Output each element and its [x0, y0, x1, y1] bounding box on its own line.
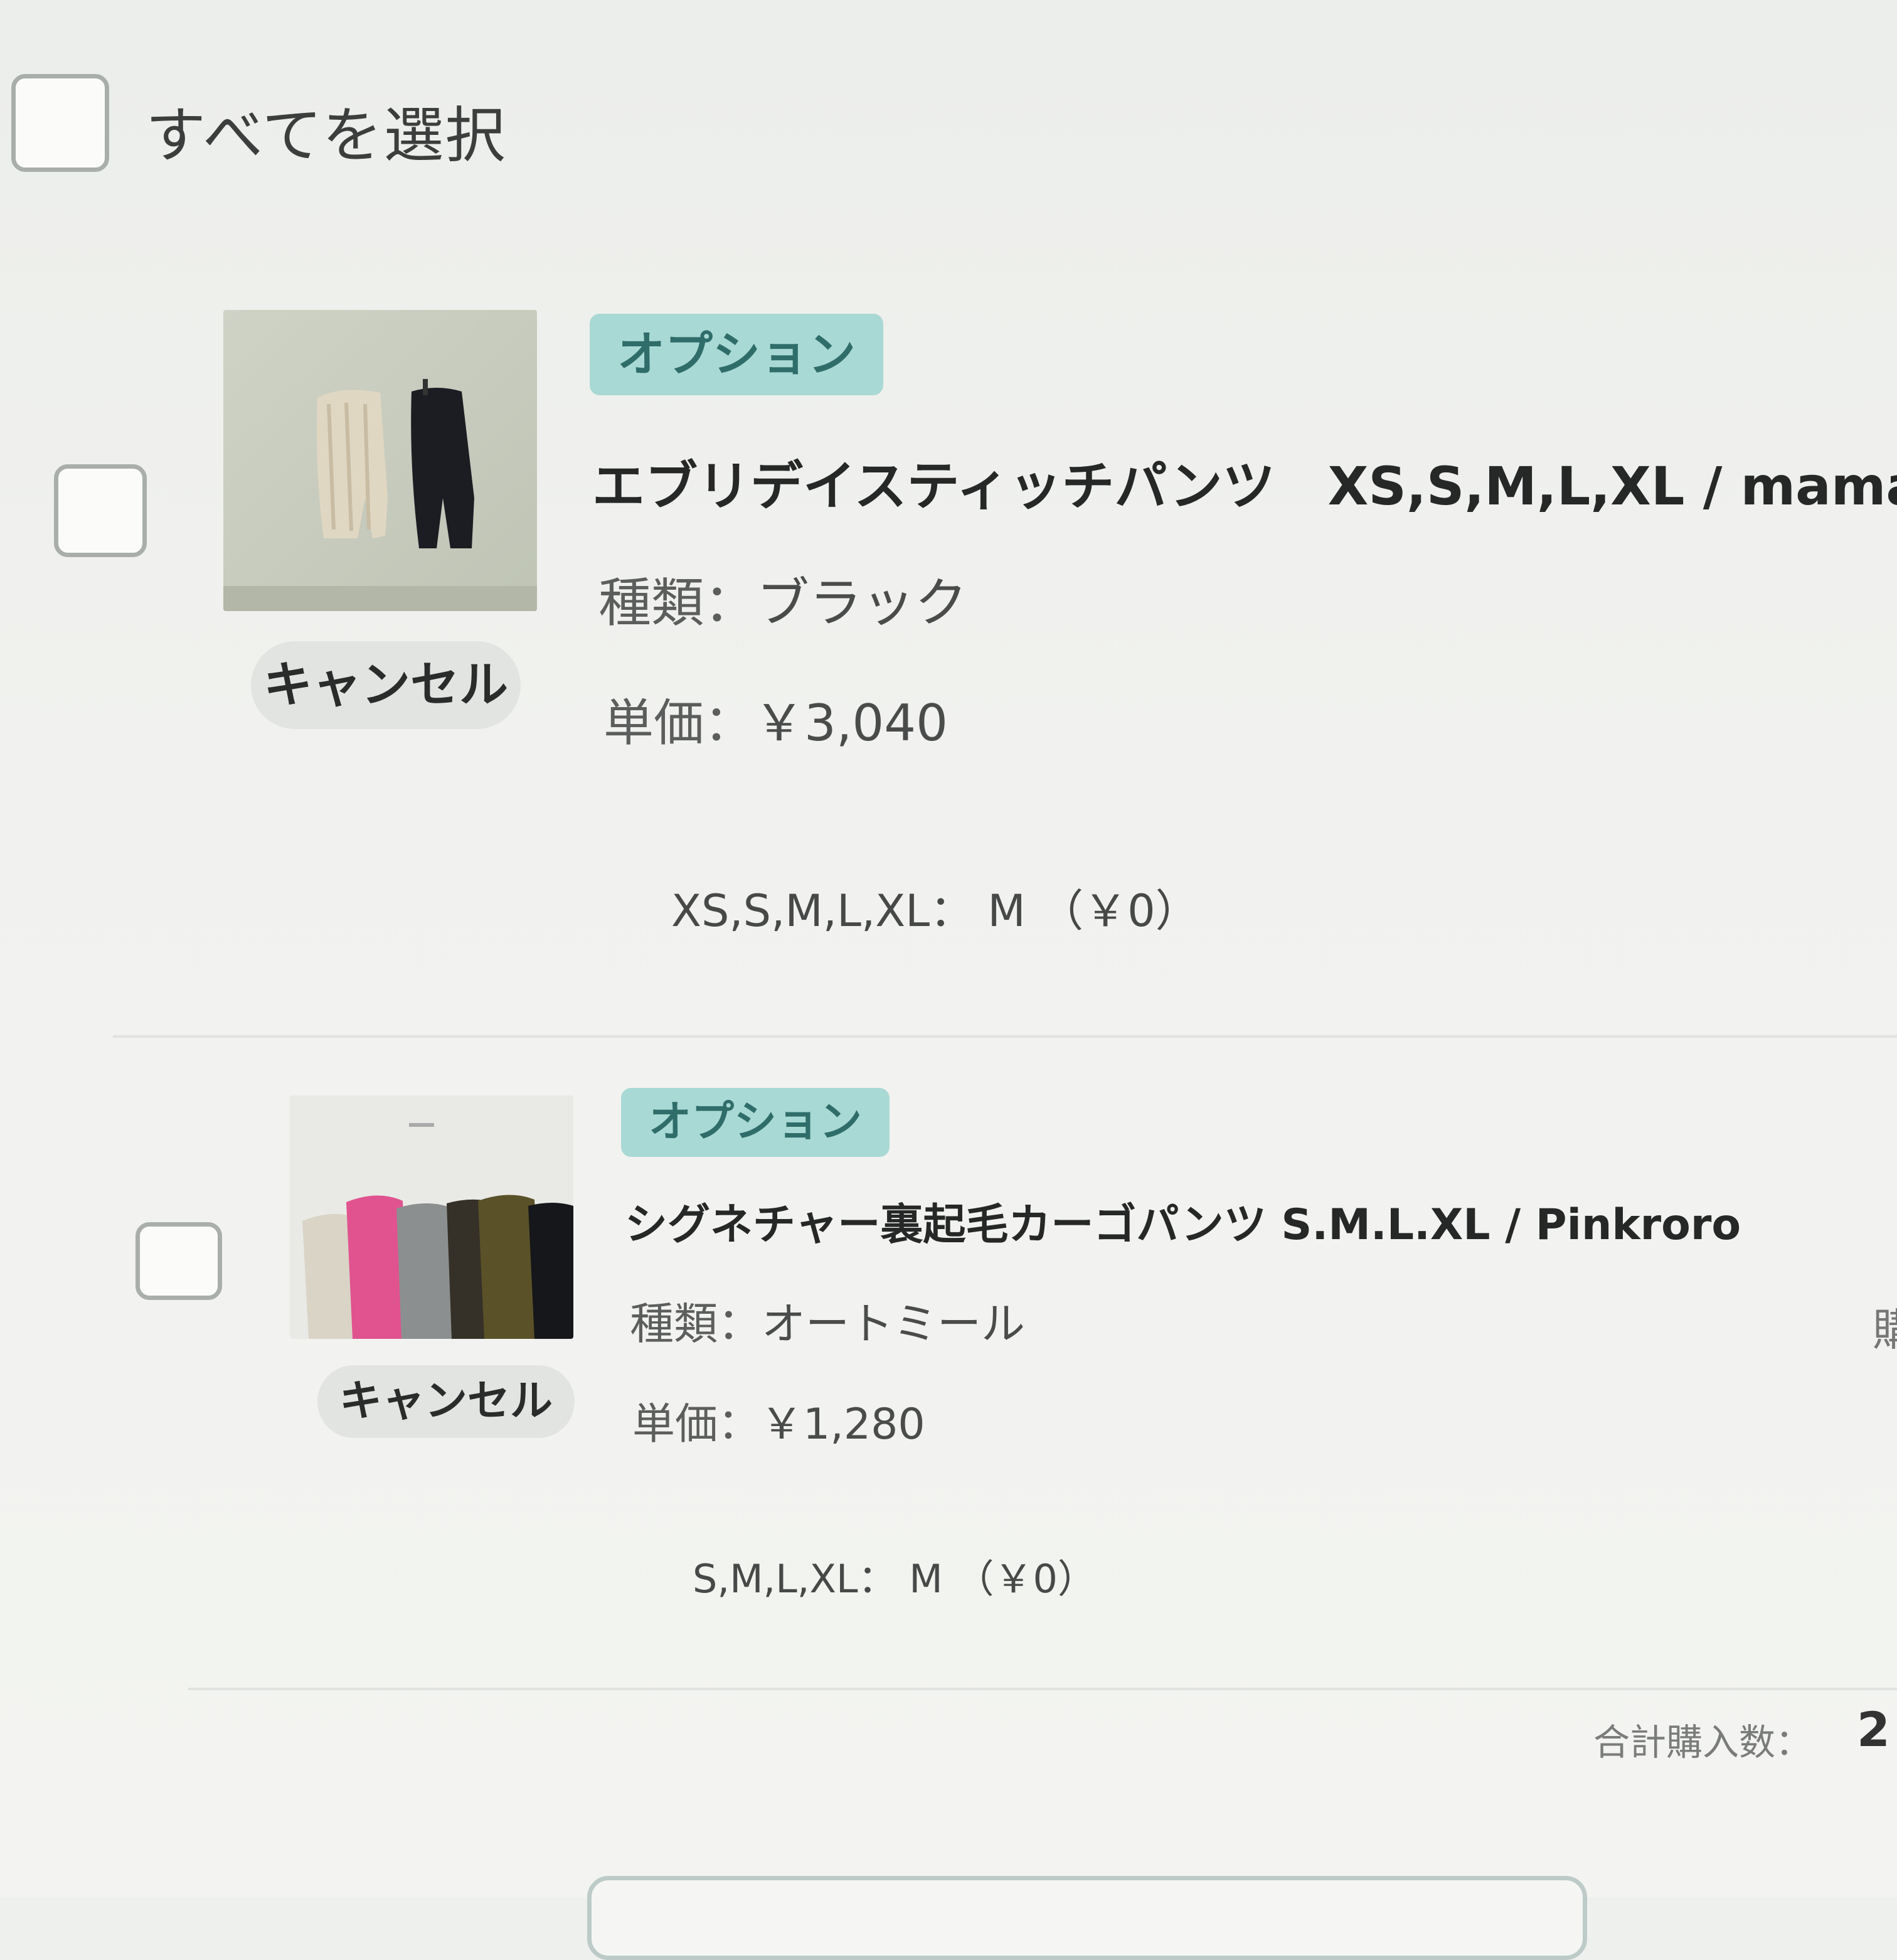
type-value: ブラック	[757, 572, 968, 634]
item-divider	[113, 1035, 1897, 1038]
unit-price: 単価：￥3,040	[603, 683, 948, 755]
type-label: 種類：	[630, 1298, 762, 1350]
quantity-label-cutoff: 購	[1873, 1304, 1897, 1356]
cart-page: すべてを選択 キャンセル オプション エブリデイスティッチパンツ XS,S,M,…	[0, 0, 1897, 1960]
option-detail: S,M,L,XL： M （￥0）	[693, 1556, 1097, 1602]
product-image	[223, 310, 537, 611]
item-divider	[188, 1688, 1897, 1690]
price-value: ￥1,280	[760, 1400, 925, 1449]
pants-photo-icon	[290, 1095, 573, 1339]
product-image	[290, 1095, 573, 1339]
price-label: 単価：	[603, 694, 754, 752]
item-checkbox[interactable]	[136, 1222, 222, 1300]
pants-photo-icon	[223, 310, 537, 611]
price-value: ￥3,040	[754, 694, 948, 752]
product-type: 種類：オートミール	[630, 1289, 1025, 1352]
total-quantity-label: 合計購入数：	[1593, 1721, 1812, 1764]
product-type: 種類：ブラック	[598, 561, 967, 637]
item-checkbox[interactable]	[54, 464, 147, 557]
price-label: 単価：	[632, 1400, 761, 1449]
option-detail: XS,S,M,L,XL： M （￥0）	[671, 885, 1199, 937]
cancel-button[interactable]: キャンセル	[251, 641, 521, 729]
type-label: 種類：	[598, 572, 757, 634]
option-badge: オプション	[590, 314, 883, 395]
select-all-label: すべてを選択	[146, 100, 507, 171]
cancel-button[interactable]: キャンセル	[317, 1365, 575, 1438]
checkout-button[interactable]	[587, 1876, 1587, 1960]
product-title[interactable]: エブリデイスティッチパンツ XS,S,M,L,XL / mamam	[592, 444, 1897, 520]
select-all-checkbox[interactable]	[11, 74, 109, 172]
product-title[interactable]: シグネチャー裏起毛カーゴパンツ S.M.L.XL / Pinkroro	[625, 1190, 1741, 1252]
unit-price: 単価：￥1,280	[632, 1389, 925, 1451]
type-value: オートミール	[762, 1298, 1025, 1350]
total-quantity-value: 2	[1857, 1702, 1890, 1757]
option-badge: オプション	[621, 1088, 890, 1157]
